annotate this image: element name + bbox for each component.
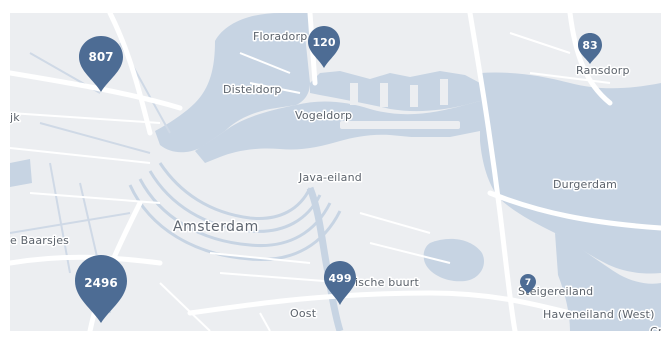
cluster-count: 807 <box>88 50 113 64</box>
place-label-right-edge: Cr <box>650 325 661 331</box>
cluster-count: 2496 <box>84 276 117 290</box>
map-frame: Floradorp Disteldorp Vogeldorp Java-eila… <box>0 0 663 342</box>
west-water <box>10 159 32 187</box>
cluster-count: 120 <box>313 36 336 49</box>
place-label-oost: Oost <box>290 307 317 320</box>
place-label-java-eiland: Java-eiland <box>298 171 362 184</box>
place-label-ransdorp: Ransdorp <box>576 64 630 77</box>
place-label-amsterdam: Amsterdam <box>173 219 259 235</box>
place-label-durgerdam: Durgerdam <box>553 178 617 191</box>
place-label-floradorp: Floradorp <box>253 30 307 43</box>
place-label-disteldorp: Disteldorp <box>223 83 282 96</box>
place-label-left-edge: jk <box>10 111 20 124</box>
place-label-vogeldorp: Vogeldorp <box>295 109 352 122</box>
map-view[interactable]: Floradorp Disteldorp Vogeldorp Java-eila… <box>10 13 661 331</box>
cluster-count: 7 <box>525 278 531 288</box>
cluster-count: 499 <box>329 272 352 285</box>
map-canvas[interactable]: Floradorp Disteldorp Vogeldorp Java-eila… <box>10 13 661 331</box>
cluster-count: 83 <box>582 39 597 52</box>
place-label-haveneiland: Haveneiland (West) <box>543 308 655 321</box>
place-label-ische-buurt: ische buurt <box>355 276 420 289</box>
place-label-baarsjes: e Baarsjes <box>10 234 69 247</box>
